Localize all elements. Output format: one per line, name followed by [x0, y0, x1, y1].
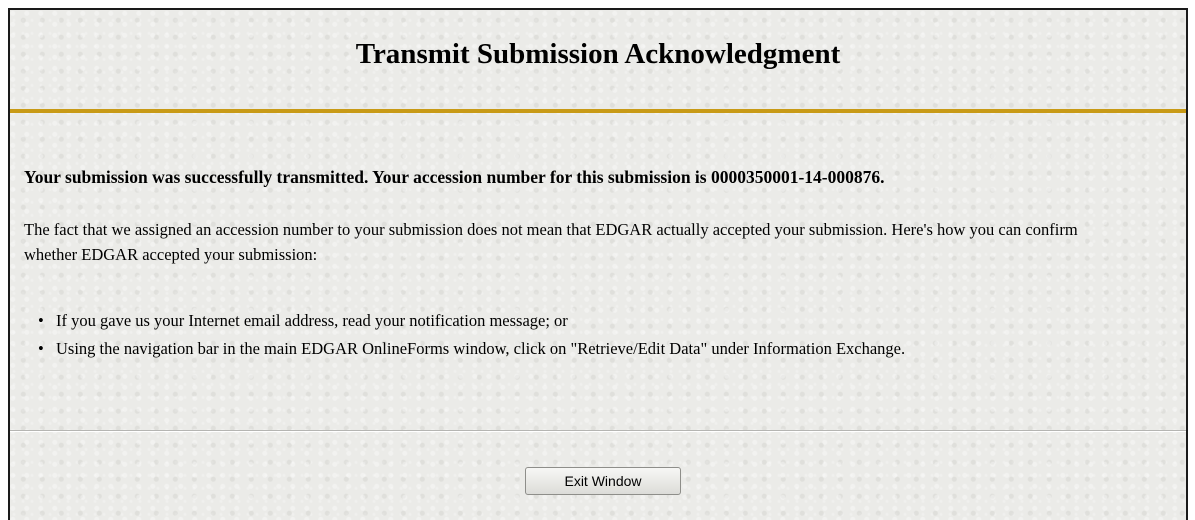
bullet-icon: • [38, 339, 44, 358]
confirmation-steps-list: • If you gave us your Internet email add… [38, 308, 1158, 361]
success-message: Your submission was successfully transmi… [24, 167, 885, 187]
list-item-text: Using the navigation bar in the main EDG… [56, 339, 906, 358]
title-divider [10, 109, 1186, 113]
list-item: • Using the navigation bar in the main E… [38, 336, 1158, 361]
list-item: • If you gave us your Internet email add… [38, 308, 1158, 333]
list-item-text: If you gave us your Internet email addre… [56, 311, 568, 330]
page-title: Transmit Submission Acknowledgment [355, 38, 841, 70]
info-paragraph: The fact that we assigned an accession n… [24, 220, 1078, 264]
bullet-icon: • [38, 311, 44, 330]
exit-window-button[interactable]: Exit Window [525, 467, 681, 495]
acknowledgment-window: Transmit Submission Acknowledgment Your … [8, 8, 1188, 520]
footer-divider [10, 430, 1186, 432]
